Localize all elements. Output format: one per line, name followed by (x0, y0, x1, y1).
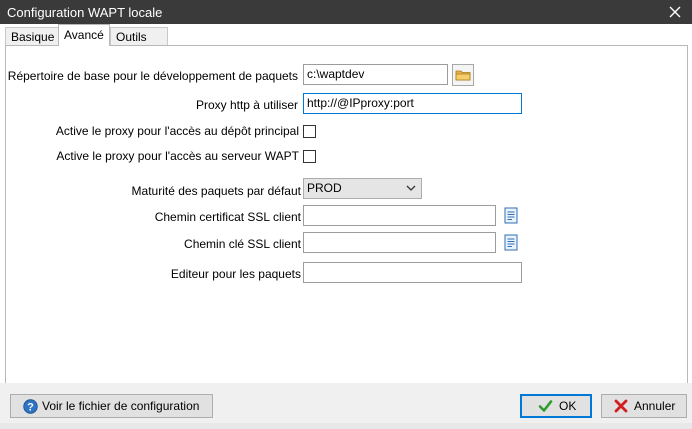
proxy-server-label: Active le proxy pour l'accès au serveur … (56, 149, 299, 163)
close-button[interactable] (658, 0, 692, 24)
tab-outils-externes[interactable]: Outils externes (110, 27, 169, 62)
window-title: Configuration WAPT locale (7, 5, 163, 20)
proxy-repo-label: Active le proxy pour l'accès au dépôt pr… (55, 124, 299, 138)
close-icon (669, 6, 681, 18)
proxy-server-checkbox[interactable] (303, 150, 316, 163)
ssl-cert-label: Chemin certificat SSL client (154, 210, 301, 224)
editor-field[interactable] (303, 262, 522, 283)
editor-label: Editeur pour les paquets (170, 267, 301, 281)
cancel-x-icon (614, 399, 628, 413)
svg-text:?: ? (27, 402, 34, 414)
tab-avance[interactable]: Avancé (58, 24, 110, 46)
ssl-key-label: Chemin clé SSL client (184, 237, 301, 251)
title-bar: Configuration WAPT locale (0, 0, 692, 24)
base-dir-label: Répertoire de base pour le développement… (7, 69, 298, 83)
maturity-select[interactable]: PROD (303, 178, 422, 199)
file-browse-icon (504, 234, 518, 251)
cancel-label: Annuler (634, 399, 676, 413)
base-dir-field[interactable]: c:\waptdev (303, 64, 448, 85)
browse-folder-button[interactable] (452, 64, 474, 86)
folder-icon (452, 64, 474, 86)
view-config-button[interactable]: ? Voir le fichier de configuration (10, 394, 213, 418)
ssl-cert-field[interactable] (303, 205, 496, 226)
help-icon: ? (23, 399, 38, 414)
browse-ssl-cert-button[interactable] (500, 205, 522, 227)
maturity-value: PROD (307, 181, 342, 195)
browse-ssl-key-button[interactable] (500, 232, 522, 254)
background-window-strip (0, 423, 692, 429)
check-icon (538, 400, 553, 412)
ok-button[interactable]: OK (520, 394, 592, 418)
tab-basique[interactable]: Basique (5, 27, 61, 46)
proxy-repo-checkbox[interactable] (303, 125, 316, 138)
maturity-label: Maturité des paquets par défaut (131, 184, 301, 198)
ok-label: OK (559, 399, 577, 413)
chevron-down-icon (406, 185, 416, 191)
file-browse-icon (504, 207, 518, 224)
view-config-label: Voir le fichier de configuration (42, 399, 200, 413)
proxy-field[interactable]: http://@IPproxy:port (303, 93, 522, 114)
ssl-key-field[interactable] (303, 232, 496, 253)
proxy-label: Proxy http à utiliser (195, 98, 298, 112)
cancel-button[interactable]: Annuler (601, 394, 687, 418)
